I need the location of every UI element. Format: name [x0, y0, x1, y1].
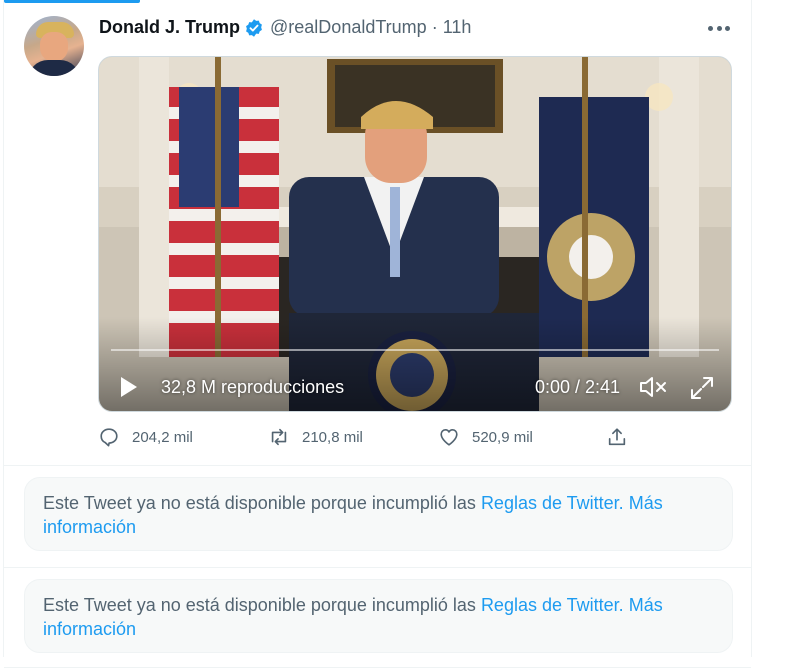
avatar[interactable]: [24, 16, 84, 76]
video-controls: 32,8 M reproducciones 0:00 / 2:41: [99, 363, 731, 411]
notice-text: Este Tweet ya no está disponible porque …: [43, 595, 481, 615]
video-player[interactable]: 32,8 M reproducciones 0:00 / 2:41: [98, 56, 732, 412]
author-name[interactable]: Donald J. Trump: [99, 17, 240, 38]
tweet-header: Donald J. Trump @realDonaldTrump · 11h: [99, 17, 471, 38]
reply-icon: [100, 428, 118, 447]
tweet-actions: 204,2 mil 210,8 mil 520,9 mil: [98, 426, 638, 454]
reply-button[interactable]: 204,2 mil: [98, 426, 193, 448]
like-count: 520,9 mil: [472, 428, 533, 446]
retweet-icon: [271, 428, 287, 446]
retweet-button[interactable]: 210,8 mil: [268, 426, 363, 448]
view-count: 32,8 M reproducciones: [161, 377, 345, 397]
unavailable-tweet-row: Este Tweet ya no está disponible porque …: [4, 567, 751, 668]
tweet[interactable]: Donald J. Trump @realDonaldTrump · 11h 3…: [4, 0, 751, 466]
unavailable-tweet-row: Este Tweet ya no está disponible porque …: [4, 465, 751, 568]
reply-count: 204,2 mil: [132, 428, 193, 446]
timeline-column: Donald J. Trump @realDonaldTrump · 11h 3…: [3, 0, 752, 668]
more-options-icon[interactable]: [708, 18, 730, 38]
share-icon: [608, 428, 626, 446]
separator-dot: ·: [431, 17, 438, 37]
tweet-timestamp[interactable]: 11h: [443, 17, 472, 38]
fullscreen-icon[interactable]: [689, 375, 715, 401]
heart-icon: [440, 429, 458, 446]
share-button[interactable]: [606, 426, 640, 448]
notice-text: Este Tweet ya no está disponible porque …: [43, 493, 481, 513]
video-progress-bar[interactable]: [111, 349, 719, 351]
twitter-rules-link[interactable]: Reglas de Twitter.: [481, 493, 624, 513]
retweet-count: 210,8 mil: [302, 428, 363, 446]
volume-muted-icon[interactable]: [639, 375, 669, 399]
play-icon[interactable]: [119, 375, 139, 399]
unavailable-notice: Este Tweet ya no está disponible porque …: [24, 477, 733, 551]
twitter-rules-link[interactable]: Reglas de Twitter.: [481, 595, 624, 615]
verified-badge-icon: [246, 18, 262, 37]
unavailable-notice: Este Tweet ya no está disponible porque …: [24, 579, 733, 653]
video-duration: 0:00 / 2:41: [535, 377, 621, 397]
video-thumbnail: [99, 57, 731, 411]
author-handle[interactable]: @realDonaldTrump: [270, 17, 427, 38]
like-button[interactable]: 520,9 mil: [438, 426, 533, 448]
